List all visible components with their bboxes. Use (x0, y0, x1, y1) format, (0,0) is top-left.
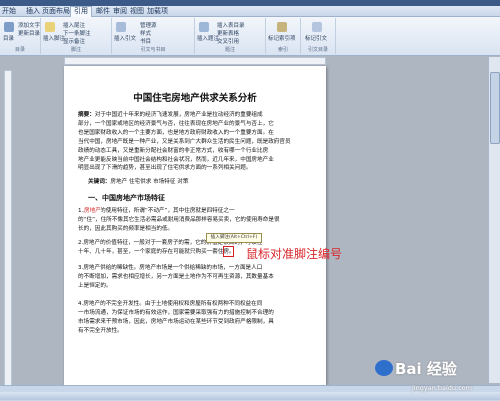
abstract-line: 对于中国近十年来的经济飞速发展，房地产业是拉动经济的重要组成 (94, 112, 263, 118)
insert-citation-button[interactable]: 插入引文 (114, 34, 136, 42)
next-footnote-button[interactable]: 下一条脚注 (63, 29, 91, 37)
keywords-line: 关键词：房地产 住宅供求 市场特征 对策 (88, 178, 188, 187)
tab-addins[interactable]: 加载项 (147, 7, 168, 16)
style-button[interactable]: 样式 (140, 29, 151, 37)
group-label: 脚注 (70, 47, 81, 53)
annotation-label: 鼠标对准脚注编号 (246, 247, 343, 261)
baidu-paw-icon (375, 360, 393, 376)
tab-page-layout[interactable]: 页面布局 (42, 7, 70, 16)
watermark-brand: Bai 经验 (395, 360, 457, 378)
insert-caption-icon (199, 22, 209, 32)
paragraph-4: 4.房地产的不完全开发性。由于土地使用权和房屋所有权两种不同权益在同 一市场流通… (78, 300, 274, 336)
group-captions: 插入题注 插入表目录 更新表格 交叉引用 题注 (195, 18, 266, 54)
paragraph-line: 市场需求来干预市场，因此，房地产市场运动在某些环节受到政府严格限制，具 (78, 318, 274, 325)
paragraph-line: 一市场流通，为保证市场的有效运作，国家需要采取强有力的措施控制不合理的 (78, 309, 274, 316)
paragraph-line: 3.房地产供给的稀缺性。房地产市场是一个供给稀缺的市场，一方面是人口 (78, 265, 263, 271)
cross-reference-button[interactable]: 交叉引用 (217, 37, 239, 45)
tab-home[interactable]: 开始 (2, 7, 16, 16)
tab-view[interactable]: 视图 (130, 7, 144, 16)
bibliography-button[interactable]: 书目 (140, 37, 151, 45)
document-page[interactable]: 中国住宅房地产供求关系分析 摘要：对于中国近十年来的经济飞速发展，房地产业是拉动… (64, 66, 326, 388)
keywords-text: 房地产 住宅供求 市场特征 对策 (110, 179, 189, 185)
group-label: 题注 (224, 47, 235, 53)
paragraph-line: 的不断增加，需求也相应增长，另一方面是土地作为不可再生资源，其数量基本 (78, 273, 274, 280)
paragraph-1: 1.房地产的使用特征，所谓“不动产”，其中住房就是四特征之一 的“住”，住所不像… (78, 207, 280, 234)
group-index: 标记索引项 索引 (266, 18, 301, 54)
scrollbar-thumb[interactable] (490, 72, 500, 144)
mark-entry-button[interactable]: 标记索引项 (268, 34, 296, 42)
ribbon-tabs: 开始 插入 页面布局 引用 邮件 审阅 视图 加载项 (0, 6, 500, 17)
tab-review[interactable]: 审阅 (113, 7, 127, 16)
mark-citation-icon (312, 22, 322, 32)
toc-icon (4, 22, 14, 32)
insert-footnote-icon (45, 22, 55, 32)
tab-references[interactable]: 引用 (70, 6, 92, 17)
tab-insert[interactable]: 插入 (26, 7, 40, 16)
group-toc: 目录 添加文字 更新目录 目录 (0, 18, 41, 54)
taskbar (0, 392, 500, 400)
update-table-button[interactable]: 更新表格 (217, 29, 239, 37)
toc-button[interactable]: 目录 (3, 34, 14, 42)
paragraph-line: 有不完全开放性。 (78, 327, 123, 334)
group-label: 引文目录 (307, 47, 328, 53)
insert-caption-button[interactable]: 插入题注 (197, 34, 219, 42)
section-heading: 一、中国房地产市场特征 (88, 194, 165, 202)
insert-footnote-button[interactable]: 插入脚注 (43, 34, 65, 42)
update-toc-button[interactable]: 更新目录 (18, 29, 40, 37)
footnote-tooltip: 插入脚注(Alt+Ctrl+F) (206, 233, 262, 243)
abstract-line: 明显出现了下滑的趋势，甚至出现了住宅供求方面的一系列相关问题。 (78, 165, 252, 172)
paragraph-line: 十年、几十年，甚至，一个家庭的存在可能就只购买一套住房。 (78, 248, 235, 255)
manage-sources-button[interactable]: 管理源 (140, 21, 157, 29)
mark-citation-button[interactable]: 标记引文 (305, 34, 327, 42)
footnote-marker-highlight[interactable] (223, 246, 234, 257)
group-footnotes: 插入脚注 插入尾注 下一条脚注 显示备注 脚注 (41, 18, 112, 54)
group-table-of-authorities: 标记引文 引文目录 (301, 18, 336, 54)
watermark-url: jingyan.baidu.com (412, 384, 472, 392)
tab-mailings[interactable]: 邮件 (96, 7, 110, 16)
ribbon: 目录 添加文字 更新目录 目录 插入脚注 插入尾注 下一条脚注 显示备注 脚注 … (0, 17, 500, 56)
abstract-line: 地产业更能反映当前中国社会结构和社会状况，然而，近几年来，中国房地产业 (78, 156, 274, 163)
group-label: 索引 (277, 47, 288, 53)
document-title: 中国住宅房地产供求关系分析 (133, 93, 257, 104)
group-label: 目录 (14, 47, 25, 53)
highlighted-term: 房地产 (84, 207, 101, 216)
abstract-line: 政绩的动态工具，又是重新分配社会财富的非正常方式，收有哪一个行业比房 (78, 147, 269, 154)
paragraph-line: 上是恒定的。 (78, 282, 112, 289)
paragraph-line: 4.房地产的不完全开发性。由于土地使用权和房屋所有权两种不同权益在同 (78, 301, 263, 307)
abstract-line: 部分，一个国家或地区的经济景气与否，往往表现在房地产业的景气与否上，它 (78, 120, 274, 127)
keywords-label: 关键词： (88, 179, 111, 185)
horizontal-ruler[interactable] (64, 57, 326, 65)
abstract-label: 摘要： (78, 112, 95, 118)
add-text-button[interactable]: 添加文字 (18, 21, 40, 29)
paragraph-3: 3.房地产供给的稀缺性。房地产市场是一个供给稀缺的市场，一方面是人口 的不断增加… (78, 264, 274, 291)
insert-citation-icon (116, 22, 126, 32)
paragraph-line: 1.房地产的使用特征，所谓“不动产”，其中住房就是四特征之一 (78, 208, 235, 214)
abstract-paragraph: 摘要：对于中国近十年来的经济飞速发展，房地产业是拉动经济的重要组成 部分，一个国… (78, 111, 291, 173)
show-notes-button[interactable]: 显示备注 (63, 37, 85, 45)
group-label: 引文与书目 (140, 47, 166, 53)
insert-endnote-button[interactable]: 插入尾注 (63, 21, 85, 29)
group-citations: 插入引文 管理源 样式 书目 引文与书目 (112, 18, 195, 54)
vertical-ruler[interactable] (4, 70, 12, 387)
abstract-line: 当代中国，房地产既是一种产业，又是关系到广大群众生活的民生问题，既是政府官员 (78, 138, 291, 145)
abstract-line: 也是国家财政收入的一个主要方面，也是地方政府财政收入的一个重要方面。在 (78, 129, 274, 136)
paragraph-line: 的“住”，住所不像其它生活必需品或耐用消费品那样容易买卖，它的使用寿命是很 (78, 216, 280, 223)
mark-entry-icon (277, 22, 287, 32)
insert-table-of-figures-button[interactable]: 插入表目录 (217, 21, 245, 29)
